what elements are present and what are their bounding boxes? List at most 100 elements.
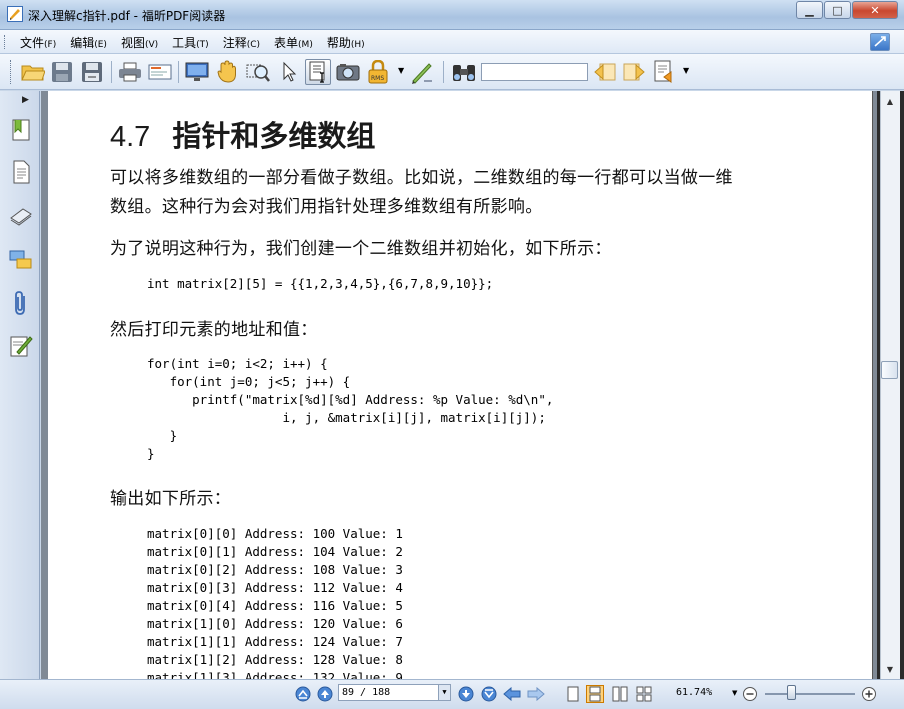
restore-view-button[interactable] [870, 33, 890, 51]
expand-panel-icon[interactable]: ▶ [22, 95, 29, 105]
facing-view-button[interactable] [611, 685, 629, 703]
hand-tool-button[interactable] [214, 59, 240, 85]
facing-pages-icon [612, 686, 628, 702]
zoom-dropdown-icon[interactable]: ▼ [732, 689, 737, 697]
open-folder-icon [21, 65, 45, 81]
select-arrow-icon [283, 61, 297, 82]
menu-tools[interactable]: 工具(T) [172, 34, 209, 51]
menu-help[interactable]: 帮助(H) [327, 34, 365, 51]
toolbar-separator [178, 61, 179, 83]
menu-file[interactable]: 文件(F) [20, 34, 56, 51]
page-number-field[interactable]: 89 / 188 ▼ [338, 684, 451, 701]
menu-comment[interactable]: 注释(C) [223, 34, 260, 51]
menu-form[interactable]: 表单(M) [274, 34, 313, 51]
find-next-button[interactable] [621, 59, 647, 85]
next-result-icon [623, 63, 645, 81]
menu-grip [4, 35, 7, 49]
print-icon [119, 62, 141, 82]
paragraph: 为了说明这种行为，我们创建一个二维数组并初始化，如下所示： [110, 239, 612, 259]
text-select-button[interactable] [305, 59, 331, 85]
open-button[interactable] [20, 59, 46, 85]
export-dropdown-icon[interactable]: ▼ [683, 66, 689, 75]
go-back-button[interactable] [503, 685, 521, 703]
snapshot-button[interactable] [335, 59, 361, 85]
section-heading: 4.7 指针和多维数组 [110, 113, 375, 155]
layers-panel-button[interactable] [9, 203, 33, 229]
search-input[interactable] [481, 63, 588, 81]
fullscreen-button[interactable] [184, 59, 210, 85]
go-forward-button[interactable] [527, 685, 545, 703]
pages-panel-button[interactable] [9, 159, 33, 185]
scroll-up-icon[interactable]: ▲ [880, 93, 900, 109]
signatures-panel-button[interactable] [9, 333, 33, 359]
next-page-button[interactable] [457, 685, 475, 703]
zoom-slider-track[interactable] [765, 693, 855, 695]
page-indicator: 89 / 188 [342, 687, 391, 698]
rms-button[interactable]: RMS [366, 59, 392, 85]
page-dropdown-icon[interactable]: ▼ [438, 685, 450, 700]
code-block: matrix[0][0] Address: 100 Value: 1 matri… [147, 526, 403, 679]
menu-edit[interactable]: 编辑(E) [70, 34, 107, 51]
paragraph: 输出如下所示： [110, 489, 232, 509]
signature-icon [10, 336, 33, 357]
paragraph-line: 数组。这种行为会对我们用指针处理多维数组有所影响。 [110, 197, 543, 217]
comments-panel-button[interactable] [9, 247, 33, 273]
minimize-button[interactable]: ▁ [796, 1, 823, 19]
zoom-out-button[interactable] [741, 685, 759, 703]
resize-icon [874, 36, 886, 47]
zoom-out-icon [743, 687, 757, 701]
close-button[interactable]: ✕ [852, 1, 898, 19]
document-view[interactable]: 4.7 指针和多维数组 可以将多维数组的一部分看做子数组。比如说，二维数组的每一行… [41, 91, 877, 679]
scroll-thumb[interactable] [881, 361, 898, 379]
email-button[interactable] [147, 59, 173, 85]
scroll-down-icon[interactable]: ▼ [880, 661, 900, 677]
find-button[interactable] [451, 59, 477, 85]
single-page-view-button[interactable] [564, 685, 582, 703]
last-page-button[interactable] [480, 685, 498, 703]
vertical-scrollbar[interactable]: ▲ ▼ [877, 91, 904, 679]
paragraph-line: 可以将多维数组的一部分看做子数组。比如说，二维数组的每一行都可以当做一维 [110, 168, 733, 188]
export-button[interactable] [651, 59, 677, 85]
toolbar: RMS ▼ ▼ [0, 54, 904, 90]
maximize-button[interactable]: □ [824, 1, 851, 19]
last-page-icon [481, 686, 497, 702]
first-page-button[interactable] [294, 685, 312, 703]
bookmarks-panel-button[interactable] [9, 117, 33, 143]
rms-dropdown-icon[interactable]: ▼ [398, 66, 404, 75]
attachments-panel-button[interactable] [9, 290, 33, 316]
scroll-track[interactable] [880, 91, 900, 679]
menu-bar: 文件(F) 编辑(E) 视图(V) 工具(T) 注释(C) 表单(M) 帮助(H… [0, 30, 904, 54]
hand-icon [217, 60, 236, 83]
binoculars-icon [453, 65, 475, 81]
comment-icon [9, 250, 32, 269]
save-as-button[interactable] [79, 59, 105, 85]
next-page-icon [458, 686, 474, 702]
svg-text:RMS: RMS [371, 75, 384, 82]
zoom-slider-thumb[interactable] [787, 685, 796, 700]
previous-page-button[interactable] [316, 685, 334, 703]
export-icon [654, 60, 672, 83]
save-as-icon [82, 62, 102, 82]
typewriter-icon [412, 63, 432, 84]
pdf-page: 4.7 指针和多维数组 可以将多维数组的一部分看做子数组。比如说，二维数组的每一行… [48, 91, 872, 679]
email-icon [148, 64, 172, 80]
title-bar: 深入理解c指针.pdf - 福昕PDF阅读器 ▁ □ ✕ [0, 0, 904, 30]
zoom-select-icon [246, 64, 270, 82]
menu-view[interactable]: 视图(V) [121, 34, 158, 51]
code-block: for(int i=0; i<2; i++) { for(int j=0; j<… [147, 356, 554, 461]
save-button[interactable] [49, 59, 75, 85]
select-tool-button[interactable] [276, 59, 302, 85]
zoom-tool-button[interactable] [245, 59, 271, 85]
maximize-icon: □ [832, 3, 843, 17]
continuous-page-icon [589, 686, 601, 702]
toolbar-separator [111, 61, 112, 83]
find-previous-button[interactable] [592, 59, 618, 85]
continuous-view-button[interactable] [586, 685, 604, 703]
zoom-in-button[interactable] [860, 685, 878, 703]
previous-page-icon [317, 686, 333, 702]
text-select-icon [309, 61, 325, 83]
typewriter-button[interactable] [409, 59, 435, 85]
continuous-facing-view-button[interactable] [635, 685, 653, 703]
paragraph: 然后打印元素的地址和值： [110, 320, 318, 340]
print-button[interactable] [117, 59, 143, 85]
